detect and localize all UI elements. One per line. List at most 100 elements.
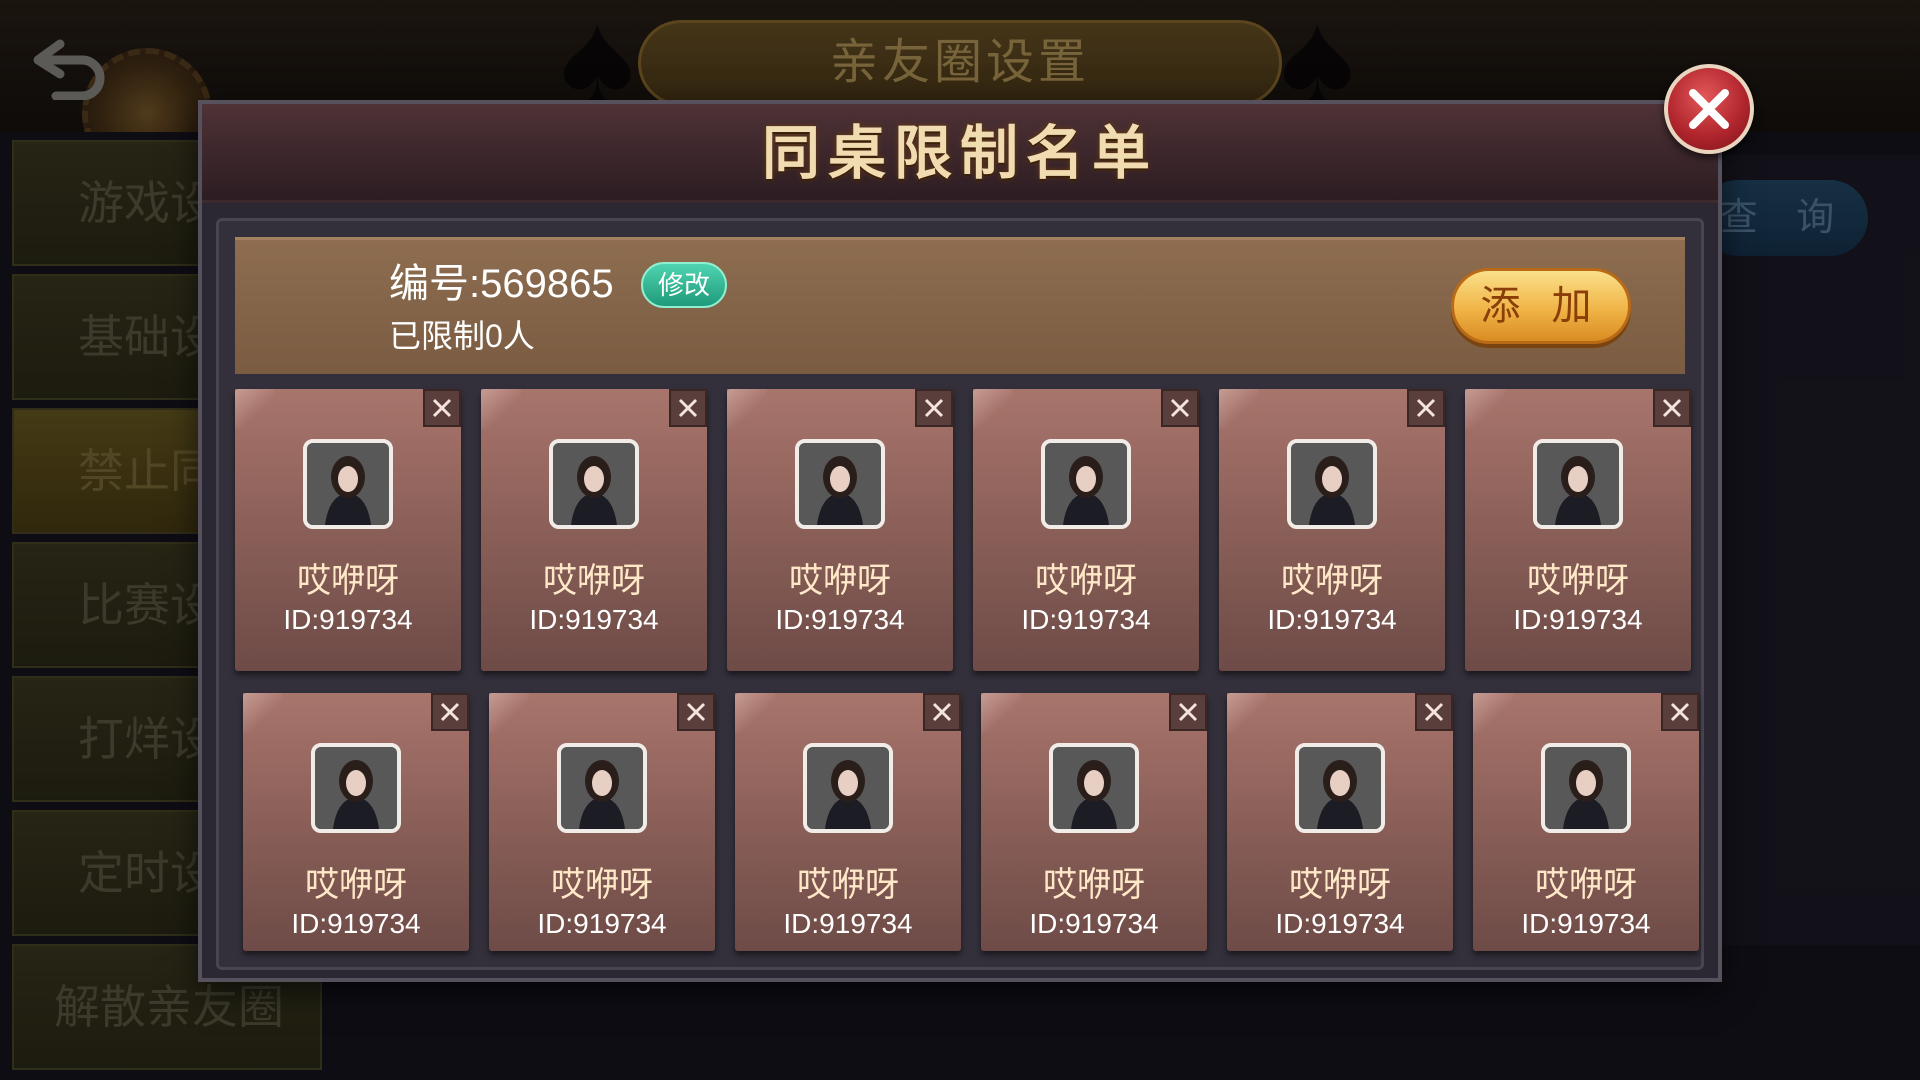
remove-member-button[interactable] <box>669 389 707 427</box>
remove-member-button[interactable] <box>1661 693 1699 731</box>
modal-title: 同桌限制名单 <box>761 121 1158 186</box>
member-name: 哎咿呀 <box>297 562 399 600</box>
avatar <box>311 743 401 833</box>
member-name: 哎咿呀 <box>789 562 891 600</box>
member-card: 哎咿呀 ID:919734 <box>981 693 1207 951</box>
modal-header: 同桌限制名单 <box>202 104 1718 203</box>
member-name: 哎咿呀 <box>551 866 653 904</box>
card-gloss <box>973 389 1013 429</box>
avatar <box>803 743 893 833</box>
remove-member-button[interactable] <box>923 693 961 731</box>
member-card: 哎咿呀 ID:919734 <box>727 389 953 671</box>
member-card: 哎咿呀 ID:919734 <box>1473 693 1699 951</box>
member-name: 哎咿呀 <box>305 866 407 904</box>
member-id: ID:919734 <box>783 908 913 939</box>
close-icon <box>1170 398 1190 418</box>
member-card: 哎咿呀 ID:919734 <box>481 389 707 671</box>
close-icon <box>1670 702 1690 722</box>
card-gloss <box>235 389 275 429</box>
avatar <box>1287 439 1377 529</box>
close-icon <box>1178 702 1198 722</box>
member-id: ID:919734 <box>291 908 421 939</box>
card-gloss <box>1473 693 1513 733</box>
close-icon <box>678 398 698 418</box>
member-name: 哎咿呀 <box>1289 866 1391 904</box>
remove-member-button[interactable] <box>1169 693 1207 731</box>
avatar <box>1041 439 1131 529</box>
remove-member-button[interactable] <box>1415 693 1453 731</box>
avatar <box>549 439 639 529</box>
member-id: ID:919734 <box>537 908 667 939</box>
modal-content: 编号:569865 修改 已限制0人 添 加 哎咿呀 ID:919734 哎咿呀… <box>216 218 1704 970</box>
card-gloss <box>1227 693 1267 733</box>
avatar-portrait-icon <box>553 443 635 525</box>
member-name: 哎咿呀 <box>1281 562 1383 600</box>
avatar-portrait-icon <box>799 443 881 525</box>
member-id: ID:919734 <box>529 604 659 635</box>
member-card: 哎咿呀 ID:919734 <box>243 693 469 951</box>
member-card: 哎咿呀 ID:919734 <box>1219 389 1445 671</box>
member-id: ID:919734 <box>1029 908 1159 939</box>
avatar <box>303 439 393 529</box>
card-gloss <box>1465 389 1505 429</box>
card-gloss <box>243 693 283 733</box>
avatar-portrait-icon <box>307 443 389 525</box>
close-icon <box>1416 398 1436 418</box>
close-icon <box>1689 89 1729 129</box>
avatar-portrait-icon <box>1299 747 1381 829</box>
card-gloss <box>481 389 521 429</box>
member-id: ID:919734 <box>1275 908 1405 939</box>
member-name: 哎咿呀 <box>1535 866 1637 904</box>
avatar <box>1295 743 1385 833</box>
member-card: 哎咿呀 ID:919734 <box>1227 693 1453 951</box>
close-icon <box>932 702 952 722</box>
close-icon <box>686 702 706 722</box>
member-card: 哎咿呀 ID:919734 <box>489 693 715 951</box>
avatar <box>557 743 647 833</box>
restriction-list-modal: 同桌限制名单 编号:569865 修改 已限制0人 添 加 哎咿呀 ID:919… <box>198 100 1722 982</box>
avatar <box>1533 439 1623 529</box>
close-modal-button[interactable] <box>1664 64 1754 154</box>
member-card: 哎咿呀 ID:919734 <box>735 693 961 951</box>
member-card: 哎咿呀 ID:919734 <box>973 389 1199 671</box>
member-name: 哎咿呀 <box>1043 866 1145 904</box>
member-id: ID:919734 <box>283 604 413 635</box>
member-id: ID:919734 <box>1267 604 1397 635</box>
member-card: 哎咿呀 ID:919734 <box>1465 389 1691 671</box>
avatar <box>795 439 885 529</box>
card-gloss <box>735 693 775 733</box>
card-gloss <box>981 693 1021 733</box>
close-icon <box>432 398 452 418</box>
remove-member-button[interactable] <box>1161 389 1199 427</box>
member-name: 哎咿呀 <box>797 866 899 904</box>
member-name: 哎咿呀 <box>1527 562 1629 600</box>
avatar-portrait-icon <box>1045 443 1127 525</box>
avatar-portrait-icon <box>1545 747 1627 829</box>
remove-member-button[interactable] <box>1407 389 1445 427</box>
member-id: ID:919734 <box>1521 908 1651 939</box>
close-icon <box>1424 702 1444 722</box>
member-id: ID:919734 <box>1513 604 1643 635</box>
member-id: ID:919734 <box>775 604 905 635</box>
remove-member-button[interactable] <box>915 389 953 427</box>
avatar-portrait-icon <box>561 747 643 829</box>
remove-member-button[interactable] <box>423 389 461 427</box>
avatar-portrait-icon <box>1291 443 1373 525</box>
member-name: 哎咿呀 <box>1035 562 1137 600</box>
member-name: 哎咿呀 <box>543 562 645 600</box>
remove-member-button[interactable] <box>677 693 715 731</box>
member-grid: 哎咿呀 ID:919734 哎咿呀 ID:919734 哎咿呀 ID:91973… <box>219 221 1707 973</box>
avatar <box>1049 743 1139 833</box>
member-card: 哎咿呀 ID:919734 <box>235 389 461 671</box>
card-gloss <box>1219 389 1259 429</box>
avatar-portrait-icon <box>315 747 397 829</box>
card-gloss <box>489 693 529 733</box>
remove-member-button[interactable] <box>431 693 469 731</box>
remove-member-button[interactable] <box>1653 389 1691 427</box>
card-gloss <box>727 389 767 429</box>
avatar-portrait-icon <box>1053 747 1135 829</box>
member-id: ID:919734 <box>1021 604 1151 635</box>
avatar-portrait-icon <box>807 747 889 829</box>
close-icon <box>440 702 460 722</box>
avatar <box>1541 743 1631 833</box>
